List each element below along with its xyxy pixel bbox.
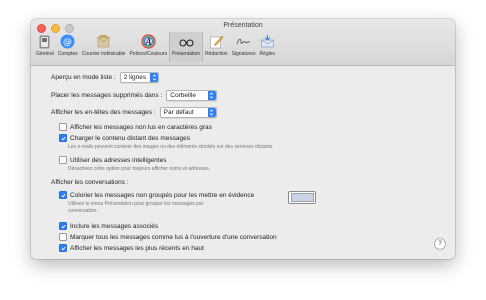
tab-label: Rédaction bbox=[205, 51, 228, 57]
compose-pencil-icon bbox=[209, 34, 224, 49]
tab-signatures[interactable]: Signatures bbox=[230, 32, 258, 62]
highlight-color-swatch bbox=[290, 193, 314, 202]
svg-text:@: @ bbox=[63, 38, 72, 48]
checkmark-icon bbox=[60, 136, 66, 140]
mark-read-label: Marquer tous les messages comme lus à l'… bbox=[70, 233, 277, 241]
tab-label: Règles bbox=[259, 51, 276, 57]
tab-rules[interactable]: Règles bbox=[257, 32, 277, 62]
general-switch-icon bbox=[37, 34, 52, 49]
load-remote-label: Charger le contenu distant des messages bbox=[70, 134, 190, 142]
glasses-icon bbox=[178, 34, 194, 49]
recent-top-checkbox-row[interactable]: Afficher les messages les plus récents e… bbox=[59, 244, 204, 252]
popup-value: Par défaut bbox=[163, 109, 194, 116]
unread-bold-checkbox-row[interactable]: Afficher les messages non lus en caractè… bbox=[59, 123, 212, 131]
tab-fonts-colors[interactable]: A Polices/Couleurs bbox=[127, 32, 169, 62]
chevron-updown-icon bbox=[150, 73, 159, 82]
svg-text:A: A bbox=[144, 38, 152, 48]
help-button[interactable]: ? bbox=[434, 238, 446, 250]
tab-accounts[interactable]: @ Comptes bbox=[56, 32, 80, 62]
junk-mail-icon bbox=[96, 34, 111, 49]
color-ungrouped-label: Colorier les messages non groupés pour l… bbox=[70, 191, 255, 199]
tab-label: Comptes bbox=[57, 51, 78, 57]
unread-bold-checkbox[interactable] bbox=[59, 123, 67, 131]
tab-general[interactable]: Général bbox=[34, 32, 56, 62]
color-ungrouped-description-line1: Utilisez le menu Présentation pour group… bbox=[68, 201, 204, 207]
list-preview-popup[interactable]: 2 lignes bbox=[119, 72, 160, 83]
unread-bold-label: Afficher les messages non lus en caractè… bbox=[70, 123, 212, 131]
window-title: Présentation bbox=[223, 22, 263, 29]
at-sign-icon: @ bbox=[60, 34, 75, 49]
popup-value: 2 lignes bbox=[123, 74, 147, 81]
recent-top-label: Afficher les messages les plus récents e… bbox=[70, 244, 204, 252]
signature-icon bbox=[236, 34, 251, 49]
headers-popup[interactable]: Par défaut bbox=[159, 107, 217, 118]
preferences-window: Présentation Général @ Comptes Courrier … bbox=[31, 19, 455, 259]
conversations-header: Afficher les conversations : bbox=[51, 179, 129, 186]
mark-read-checkbox-row[interactable]: Marquer tous les messages comme lus à l'… bbox=[59, 233, 277, 241]
include-related-checkbox[interactable] bbox=[59, 222, 67, 230]
popup-value: Corbeille bbox=[170, 92, 196, 99]
chevron-updown-icon bbox=[207, 91, 216, 100]
checkmark-icon bbox=[60, 246, 66, 250]
headers-row: Afficher les en-têtes des messages : Par… bbox=[51, 107, 217, 118]
list-preview-row: Aperçu en mode liste : 2 lignes bbox=[51, 72, 160, 83]
titlebar: Présentation Général @ Comptes Courrier … bbox=[31, 19, 455, 66]
list-preview-label: Aperçu en mode liste : bbox=[51, 74, 116, 81]
include-related-label: Inclure les messages associés bbox=[70, 222, 159, 230]
tab-label: Général bbox=[36, 51, 54, 57]
color-ungrouped-checkbox-row[interactable]: Colorier les messages non groupés pour l… bbox=[59, 191, 254, 199]
tab-composing[interactable]: Rédaction bbox=[203, 32, 230, 62]
smart-addresses-description: Désactivez cette option pour toujours af… bbox=[68, 166, 211, 172]
tab-junk-mail[interactable]: Courrier indésirable bbox=[80, 32, 128, 62]
tab-label: Présentation bbox=[171, 51, 201, 57]
color-ungrouped-description-line2: conversation. bbox=[68, 208, 98, 214]
smart-addresses-checkbox[interactable] bbox=[59, 156, 67, 164]
checkmark-icon bbox=[60, 224, 66, 228]
checkmark-icon bbox=[60, 193, 66, 197]
tab-label: Courrier indésirable bbox=[81, 51, 126, 57]
preferences-toolbar: Général @ Comptes Courrier indésirable A… bbox=[34, 32, 277, 62]
highlight-color-well[interactable] bbox=[288, 191, 316, 204]
load-remote-checkbox-row[interactable]: Charger le contenu distant des messages bbox=[59, 134, 190, 142]
smart-addresses-checkbox-row[interactable]: Utiliser des adresses intelligentes bbox=[59, 156, 166, 164]
mark-read-checkbox[interactable] bbox=[59, 233, 67, 241]
include-related-checkbox-row[interactable]: Inclure les messages associés bbox=[59, 222, 158, 230]
tab-label: Signatures bbox=[231, 51, 256, 57]
deleted-messages-popup[interactable]: Corbeille bbox=[166, 90, 217, 101]
load-remote-checkbox[interactable] bbox=[59, 134, 67, 142]
load-remote-description: Les e-mails peuvent contenir des images … bbox=[68, 144, 274, 150]
deleted-messages-row: Placer les messages supprimés dans : Cor… bbox=[51, 90, 217, 101]
rules-envelope-icon bbox=[260, 34, 275, 49]
conversations-label: Afficher les conversations : bbox=[51, 179, 129, 186]
tab-label: Polices/Couleurs bbox=[129, 51, 167, 57]
recent-top-checkbox[interactable] bbox=[59, 244, 67, 252]
tab-viewing[interactable]: Présentation bbox=[168, 32, 204, 62]
color-ungrouped-checkbox[interactable] bbox=[59, 191, 67, 199]
headers-label: Afficher les en-têtes des messages : bbox=[51, 109, 156, 116]
chevron-updown-icon bbox=[207, 108, 216, 117]
fonts-colors-icon: A bbox=[141, 34, 156, 49]
smart-addresses-label: Utiliser des adresses intelligentes bbox=[70, 156, 167, 164]
deleted-messages-label: Placer les messages supprimés dans : bbox=[51, 92, 163, 99]
viewing-preferences-pane: Aperçu en mode liste : 2 lignes Placer l… bbox=[31, 66, 455, 259]
